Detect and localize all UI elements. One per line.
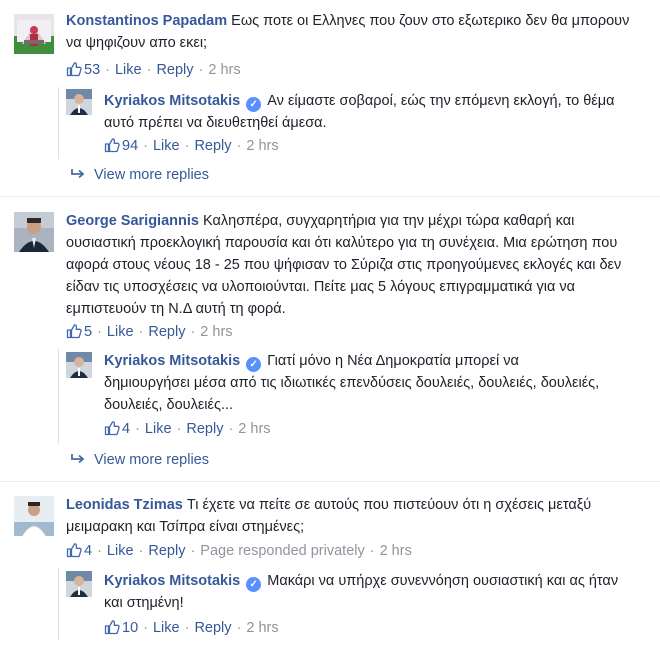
avatar[interactable] <box>66 571 92 597</box>
comment-author[interactable]: Konstantinos Papadam <box>66 13 227 29</box>
comment-author[interactable]: George Sarigiannis <box>66 213 199 229</box>
reply-button[interactable]: Reply <box>194 620 231 636</box>
avatar[interactable] <box>66 352 92 378</box>
timestamp[interactable]: 2 hrs <box>208 62 240 78</box>
divider <box>0 196 660 197</box>
like-button[interactable]: Like <box>115 62 142 78</box>
verified-badge-icon: ✓ <box>246 97 262 112</box>
comment-body: Leonidas Tzimas Τι έχετε να πείτε σε αυτ… <box>66 494 626 538</box>
reply-actions: 94 · Like · Reply · 2 hrs <box>104 136 279 156</box>
reply-arrow-icon <box>70 453 86 465</box>
avatar[interactable] <box>66 89 92 115</box>
reply-arrow-icon <box>70 168 86 180</box>
like-button[interactable]: Like <box>107 543 134 559</box>
reply-author[interactable]: Kyriakos Mitsotakis <box>104 573 240 589</box>
avatar[interactable] <box>14 212 54 252</box>
comment-actions: 5 · Like · Reply · 2 hrs <box>66 322 233 342</box>
reply-thread-line <box>58 349 59 444</box>
reply-button[interactable]: Reply <box>186 421 223 437</box>
like-count[interactable]: 4 <box>122 421 130 437</box>
thumbs-up-icon <box>66 323 82 339</box>
reply-actions: 4 · Like · Reply · 2 hrs <box>104 419 271 439</box>
thumbs-up-icon <box>104 137 120 153</box>
thumbs-up-icon <box>66 61 82 77</box>
reply-button[interactable]: Reply <box>194 138 231 154</box>
page-responded-note: Page responded privately <box>200 543 365 559</box>
reply-thread-line <box>58 568 59 640</box>
thumbs-up-icon <box>104 420 120 436</box>
comment-actions: 53 · Like · Reply · 2 hrs <box>66 60 241 80</box>
like-count[interactable]: 5 <box>84 324 92 340</box>
comment-body: George Sarigiannis Καλησπέρα, συγχαρητήρ… <box>66 210 646 320</box>
timestamp[interactable]: 2 hrs <box>380 543 412 559</box>
like-button[interactable]: Like <box>145 421 172 437</box>
verified-badge-icon: ✓ <box>246 577 262 592</box>
avatar[interactable] <box>14 496 54 536</box>
reply-body: Kyriakos Mitsotakis ✓ Αν είμαστε σοβαροί… <box>104 90 644 134</box>
like-count[interactable]: 53 <box>84 62 100 78</box>
thumbs-up-icon <box>104 619 120 635</box>
timestamp[interactable]: 2 hrs <box>246 620 278 636</box>
timestamp[interactable]: 2 hrs <box>238 421 270 437</box>
reply-actions: 10 · Like · Reply · 2 hrs <box>104 618 279 638</box>
timestamp[interactable]: 2 hrs <box>246 138 278 154</box>
reply-body: Kyriakos Mitsotakis ✓ Μακάρι να υπήρχε σ… <box>104 570 624 614</box>
avatar[interactable] <box>14 14 54 54</box>
reply-button[interactable]: Reply <box>148 543 185 559</box>
timestamp[interactable]: 2 hrs <box>200 324 232 340</box>
like-button[interactable]: Like <box>153 620 180 636</box>
reply-author[interactable]: Kyriakos Mitsotakis <box>104 353 240 369</box>
reply-thread-line <box>58 87 59 159</box>
comment-actions: 4 · Like · Reply · Page responded privately · 2 … <box>66 541 412 561</box>
divider <box>0 481 660 482</box>
like-count[interactable]: 10 <box>122 620 138 636</box>
like-button[interactable]: Like <box>107 324 134 340</box>
verified-badge-icon: ✓ <box>246 357 262 372</box>
like-count[interactable]: 4 <box>84 543 92 559</box>
like-button[interactable]: Like <box>153 138 180 154</box>
reply-button[interactable]: Reply <box>148 324 185 340</box>
reply-button[interactable]: Reply <box>156 62 193 78</box>
view-more-replies-link[interactable]: View more replies <box>70 450 209 470</box>
thumbs-up-icon <box>66 542 82 558</box>
view-more-replies-link[interactable]: View more replies <box>70 165 209 185</box>
comment-body: Konstantinos Papadam Εως ποτε οι Ελληνες… <box>66 10 646 54</box>
reply-body: Kyriakos Mitsotakis ✓ Γιατί μόνο η Νέα Δ… <box>104 350 604 416</box>
comment-author[interactable]: Leonidas Tzimas <box>66 497 183 513</box>
reply-author[interactable]: Kyriakos Mitsotakis <box>104 93 240 109</box>
like-count[interactable]: 94 <box>122 138 138 154</box>
